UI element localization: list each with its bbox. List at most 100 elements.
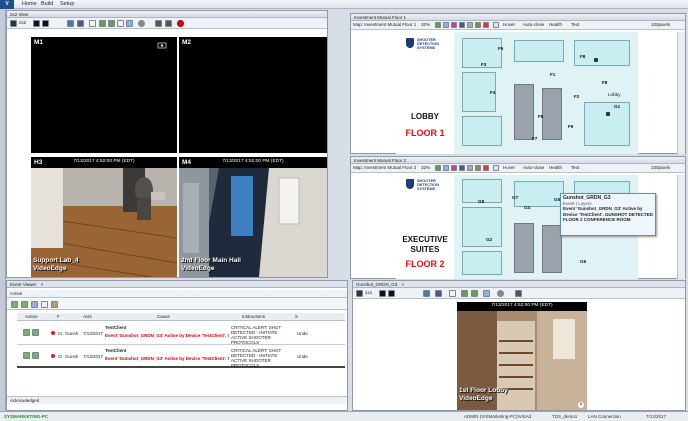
device-label[interactable]: G1 [614, 104, 620, 109]
ptz-icon[interactable] [138, 20, 145, 27]
active-section-header[interactable]: Active [7, 290, 347, 298]
close-video-icon[interactable]: × [578, 402, 584, 408]
col-state[interactable]: S [295, 314, 298, 319]
row-ack-icon[interactable] [23, 329, 30, 336]
video-cell-h3[interactable]: H3 7/13/2017 4:52:00 PM (EDT) Support La… [31, 157, 177, 277]
check-text[interactable]: Text [571, 165, 579, 170]
fullscreen-icon[interactable] [388, 290, 395, 297]
camera-pin-icon[interactable] [606, 112, 610, 116]
clip-icon[interactable] [108, 20, 115, 27]
device-label[interactable]: F6 [498, 46, 503, 51]
clip-icon[interactable] [471, 290, 478, 297]
device-label[interactable]: G7 [512, 195, 518, 200]
camera-pin-icon[interactable] [594, 58, 598, 62]
stop-all-icon[interactable] [33, 20, 40, 27]
device-label[interactable]: F8 [580, 54, 585, 59]
alarm-popup[interactable]: Gunshot_GRDN_G3 Event | Layers Event 'Gu… [560, 193, 656, 236]
col-instructions[interactable]: Instructions [242, 314, 265, 319]
fullscreen-icon[interactable] [42, 20, 49, 27]
device-label[interactable]: F4 [490, 90, 495, 95]
device-label[interactable]: G6 [580, 259, 586, 264]
stop-all-icon[interactable] [379, 290, 386, 297]
playback-icon[interactable] [483, 290, 490, 297]
floor-plan-map[interactable]: F3 F6 F8 F9 F8 G1 Lobby F4 F5 F7 F1 F2 [454, 32, 638, 154]
playback-icon[interactable] [126, 20, 133, 27]
map-tool-icon[interactable] [435, 165, 441, 171]
device-label[interactable]: G8 [478, 199, 484, 204]
close-icon[interactable]: × [41, 282, 44, 287]
map-tool-icon[interactable] [467, 165, 473, 171]
filter-icon[interactable] [41, 301, 48, 308]
layout-label[interactable]: 1x1 [365, 290, 372, 295]
clear-icon[interactable] [31, 301, 38, 308]
ptz-icon[interactable] [497, 290, 504, 297]
snapshot-icon[interactable] [117, 20, 124, 27]
check-hover[interactable]: Hover [503, 22, 515, 27]
col-acts[interactable]: Acts [83, 314, 92, 319]
map-zoom[interactable]: 32% [421, 22, 430, 27]
notes-icon[interactable] [51, 301, 58, 308]
check-hover[interactable]: Hover [503, 165, 515, 170]
device-label[interactable]: F2 [574, 94, 579, 99]
map-alarm-icon[interactable] [483, 22, 489, 28]
device-label[interactable]: G4 [524, 205, 530, 210]
col-f[interactable]: F [57, 314, 60, 319]
camera-icon[interactable] [67, 20, 74, 27]
export-icon[interactable] [461, 290, 468, 297]
map-tool-icon[interactable] [475, 165, 481, 171]
map-tool-icon[interactable] [451, 165, 457, 171]
menu-setup[interactable]: Setup [60, 1, 74, 7]
event-viewer-tab[interactable]: Event Viewer × [7, 281, 347, 288]
check-health[interactable]: Health [549, 22, 562, 27]
menu-home[interactable]: Home [22, 1, 37, 7]
grid-icon[interactable] [165, 20, 172, 27]
map-tool-icon[interactable] [451, 22, 457, 28]
layout-icon[interactable] [356, 290, 363, 297]
save-icon[interactable] [77, 20, 84, 27]
event-row[interactable]: Cr. Gunsh 7/13/2017 TestClient Event 'Gu… [17, 323, 345, 345]
device-label[interactable]: F5 [538, 114, 543, 119]
device-label[interactable]: F9 [568, 124, 573, 129]
zoom-icon[interactable] [449, 290, 456, 297]
col-cause[interactable]: Cause [157, 314, 170, 319]
map-tool-icon[interactable] [493, 165, 499, 171]
layout-icon[interactable] [10, 20, 17, 27]
video-cell-m2[interactable]: M2 [179, 37, 327, 153]
row-respond-icon[interactable] [32, 329, 39, 336]
map-tool-icon[interactable] [459, 22, 465, 28]
device-label[interactable]: G2 [486, 237, 492, 242]
check-health[interactable]: Health [549, 165, 562, 170]
record-icon[interactable] [177, 20, 184, 27]
map-name[interactable]: Map: Investment Mutual Floor 1 [353, 22, 416, 27]
device-label[interactable]: F1 [550, 72, 555, 77]
menu-build[interactable]: Build [41, 1, 53, 7]
monitor-icon[interactable] [155, 20, 162, 27]
respond-icon[interactable] [21, 301, 28, 308]
video-cell-single[interactable]: 7/13/2017 4:52:00 PM (EDT) 1st Floor Lob… [457, 302, 587, 410]
map-tool-icon[interactable] [443, 22, 449, 28]
video-cell-m4[interactable]: M4 7/13/2017 4:52:00 PM (EDT) 2nd Floor … [179, 157, 327, 277]
event-row[interactable]: Cr. Gunsh 7/13/2017 TestClient Event 'Gu… [17, 346, 345, 368]
map-name[interactable]: Map: Investment Mutual Floor 2 [353, 165, 416, 170]
map-scrollbar[interactable] [677, 175, 685, 279]
map-tool-icon[interactable] [493, 22, 499, 28]
single-view-tab[interactable]: Gunshot_GRDN_G3 × [353, 281, 685, 288]
zoom-icon[interactable] [89, 20, 96, 27]
check-autoclose[interactable]: Auto-close [523, 22, 544, 27]
map-zoom[interactable]: 32% [421, 165, 430, 170]
device-label[interactable]: F8 [602, 80, 607, 85]
map-alarm-icon[interactable] [483, 165, 489, 171]
check-text[interactable]: Text [571, 22, 579, 27]
export-icon[interactable] [99, 20, 106, 27]
acknowledged-section-header[interactable]: Acknowledged [7, 396, 347, 404]
monitor-icon[interactable] [515, 290, 522, 297]
video-cell-m1[interactable]: M1 [31, 37, 177, 153]
check-autoclose[interactable]: Auto-close [523, 165, 544, 170]
row-ack-icon[interactable] [23, 352, 30, 359]
col-action[interactable]: Action [25, 314, 38, 319]
layout-label[interactable]: 2x2 [19, 20, 26, 25]
map-tool-icon[interactable] [435, 22, 441, 28]
map-tool-icon[interactable] [459, 165, 465, 171]
close-icon[interactable]: × [402, 282, 405, 287]
map-tool-icon[interactable] [467, 22, 473, 28]
